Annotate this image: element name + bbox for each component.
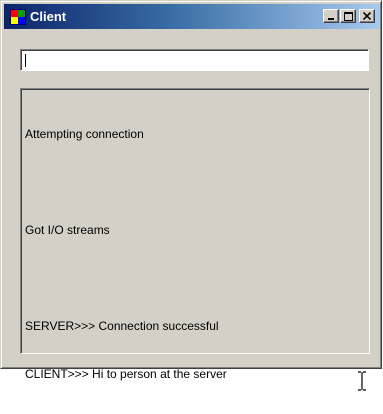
- title-bar[interactable]: Client: [4, 4, 380, 29]
- window-title: Client: [30, 9, 67, 24]
- app-icon: [10, 9, 26, 25]
- output-line: Attempting connection: [25, 127, 144, 141]
- output-lines: Attempting connection Got I/O streams SE…: [25, 94, 227, 414]
- close-button[interactable]: [359, 9, 375, 23]
- ibeam-cursor-icon: [358, 371, 366, 391]
- maximize-button[interactable]: [340, 9, 356, 23]
- minimize-button[interactable]: [323, 9, 339, 23]
- text-caret: [25, 54, 26, 67]
- maximize-icon: [343, 11, 353, 21]
- output-line: CLIENT>>> Hi to person at the server: [25, 367, 227, 381]
- minimize-icon: [328, 18, 334, 20]
- message-input[interactable]: [20, 49, 369, 71]
- output-textarea[interactable]: Attempting connection Got I/O streams SE…: [20, 88, 370, 391]
- output-line: Got I/O streams: [25, 223, 110, 237]
- close-icon: [363, 12, 371, 20]
- client-window: Client Attempting connection Got I/O str…: [0, 0, 382, 391]
- output-line: SERVER>>> Connection successful: [25, 319, 219, 333]
